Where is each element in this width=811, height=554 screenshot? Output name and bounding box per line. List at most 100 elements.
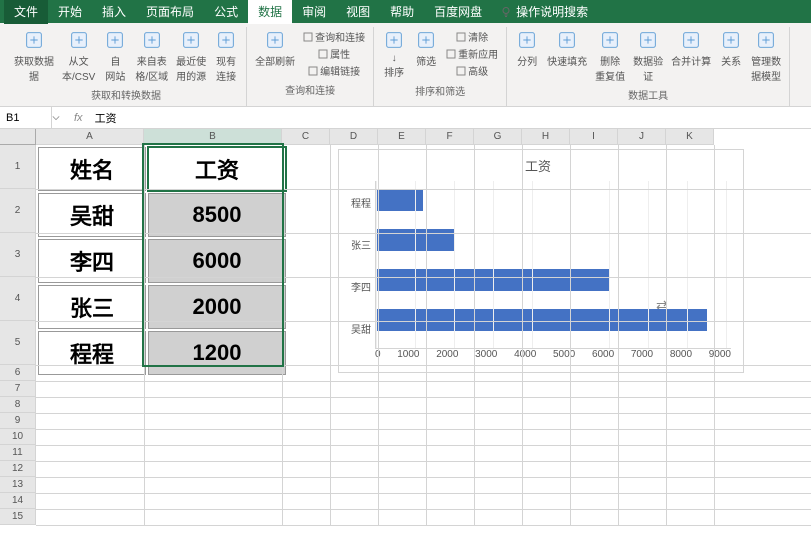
ribbon-btn-3-2[interactable]: 删除重复值: [593, 27, 627, 85]
col-header-H[interactable]: H: [522, 129, 570, 145]
ribbon-small-2-0[interactable]: 清除: [456, 29, 488, 44]
row-header-11[interactable]: 11: [0, 445, 36, 461]
row-header-5[interactable]: 5: [0, 321, 36, 365]
menu-bar: 文件 开始插入页面布局公式数据审阅视图帮助百度网盘 操作说明搜索: [0, 0, 811, 23]
menu-tab-6[interactable]: 视图: [336, 0, 380, 24]
menu-tab-4[interactable]: 数据: [248, 0, 292, 24]
ribbon-btn-0-1[interactable]: 从文本/CSV: [60, 27, 97, 85]
ribbon-small-1-0[interactable]: 查询和连接: [303, 29, 365, 44]
small-icon: [456, 32, 466, 42]
row-header-2[interactable]: 2: [0, 189, 36, 233]
col-header-B[interactable]: B: [144, 129, 282, 145]
ribbon-btn-3-3[interactable]: 数据验证: [631, 27, 665, 85]
row-header-1[interactable]: 1: [0, 145, 36, 189]
chart-gridline: [726, 181, 727, 348]
ribbon-btn-0-2[interactable]: 自网站: [101, 27, 129, 85]
row-header-8[interactable]: 8: [0, 397, 36, 413]
menu-tab-7[interactable]: 帮助: [380, 0, 424, 24]
table-cell-val-2[interactable]: 2000: [148, 285, 286, 329]
col-header-D[interactable]: D: [330, 129, 378, 145]
ribbon-icon: [415, 29, 437, 51]
ribbon-btn-3-0[interactable]: 分列: [513, 27, 541, 70]
ribbon-icon: [383, 29, 405, 51]
col-header-J[interactable]: J: [618, 129, 666, 145]
ribbon-small-1-1[interactable]: 属性: [318, 46, 350, 61]
chart-ylabel: 李四: [345, 279, 371, 294]
col-header-K[interactable]: K: [666, 129, 714, 145]
small-icon: [318, 49, 328, 59]
ribbon-btn-3-1[interactable]: 快速填充: [545, 27, 589, 70]
row-header-12[interactable]: 12: [0, 461, 36, 477]
ribbon-btn-2-1[interactable]: 筛选: [412, 27, 440, 70]
small-icon: [446, 49, 456, 59]
embedded-chart[interactable]: 工资 程程张三李四吴甜 ⇄↘ 0100020003000400050006000…: [338, 149, 744, 373]
chart-title[interactable]: 工资: [345, 156, 731, 175]
small-icon: [308, 66, 318, 76]
col-header-F[interactable]: F: [426, 129, 474, 145]
ribbon-icon: [180, 29, 202, 51]
ribbon-btn-3-5[interactable]: 关系: [717, 27, 745, 70]
row-header-14[interactable]: 14: [0, 493, 36, 509]
col-header-C[interactable]: C: [282, 129, 330, 145]
row-header-6[interactable]: 6: [0, 365, 36, 381]
menu-tab-2[interactable]: 页面布局: [136, 0, 204, 24]
chart-xlabel: 1000: [397, 349, 419, 360]
select-all-corner[interactable]: [0, 129, 36, 145]
ribbon-small-2-1[interactable]: 重新应用: [446, 46, 498, 61]
table-cell-name-1[interactable]: 李四: [38, 239, 146, 283]
table-cell-val-1[interactable]: 6000: [148, 239, 286, 283]
ribbon-btn-3-6[interactable]: 管理数据模型: [749, 27, 783, 85]
ribbon-btn-0-5[interactable]: 现有连接: [212, 27, 240, 85]
table-cell-name-0[interactable]: 吴甜: [38, 193, 146, 237]
ribbon-group-label-3: 数据工具: [628, 85, 668, 106]
ribbon-group-label-0: 获取和转换数据: [91, 85, 161, 106]
ribbon-btn-2-0[interactable]: ↓排序: [380, 27, 408, 81]
chart-plot-area[interactable]: ⇄↘: [375, 181, 731, 349]
col-header-A[interactable]: A: [36, 129, 144, 145]
tell-me-search[interactable]: 操作说明搜索: [500, 3, 588, 20]
row-header-13[interactable]: 13: [0, 477, 36, 493]
row-header-9[interactable]: 9: [0, 413, 36, 429]
ribbon-small-2-2[interactable]: 高级: [456, 63, 488, 78]
table-header-1[interactable]: 工资: [148, 147, 286, 191]
small-icon: [456, 66, 466, 76]
col-header-E[interactable]: E: [378, 129, 426, 145]
menu-tab-5[interactable]: 审阅: [292, 0, 336, 24]
chart-xlabel: 0: [375, 349, 381, 360]
menu-tab-0[interactable]: 开始: [48, 0, 92, 24]
name-box-dropdown-icon[interactable]: [52, 114, 60, 122]
menu-tab-3[interactable]: 公式: [204, 0, 248, 24]
table-cell-val-0[interactable]: 8500: [148, 193, 286, 237]
ribbon-icon: [637, 29, 659, 51]
formula-input[interactable]: 工资: [91, 110, 121, 126]
name-box[interactable]: B1: [0, 107, 52, 128]
chart-bar-3[interactable]: [376, 309, 707, 331]
row-header-10[interactable]: 10: [0, 429, 36, 445]
chart-ylabel: 程程: [345, 195, 371, 210]
table-cell-val-3[interactable]: 1200: [148, 331, 286, 375]
chart-gridline: [687, 181, 688, 348]
table-cell-name-3[interactable]: 程程: [38, 331, 146, 375]
col-header-I[interactable]: I: [570, 129, 618, 145]
table-cell-name-2[interactable]: 张三: [38, 285, 146, 329]
ribbon-icon: [68, 29, 90, 51]
table-header-0[interactable]: 姓名: [38, 147, 146, 191]
ribbon-btn-0-4[interactable]: 最近使用的源: [174, 27, 208, 85]
fx-icon[interactable]: fx: [66, 112, 91, 124]
menu-file[interactable]: 文件: [4, 0, 48, 24]
col-header-G[interactable]: G: [474, 129, 522, 145]
ribbon-btn-0-3[interactable]: 来自表格/区域: [133, 27, 170, 85]
ribbon-small-1-2[interactable]: 编辑链接: [308, 63, 360, 78]
ribbon-btn-1-0[interactable]: 全部刷新: [253, 27, 297, 70]
row-header-15[interactable]: 15: [0, 509, 36, 525]
ribbon-icon: [215, 29, 237, 51]
ribbon-btn-0-0[interactable]: 获取数据据: [12, 27, 56, 85]
ribbon-btn-3-4[interactable]: 合并计算: [669, 27, 713, 70]
row-header-4[interactable]: 4: [0, 277, 36, 321]
menu-tab-1[interactable]: 插入: [92, 0, 136, 24]
chart-xlabel: 9000: [709, 349, 731, 360]
row-header-3[interactable]: 3: [0, 233, 36, 277]
menu-tab-8[interactable]: 百度网盘: [424, 0, 492, 24]
data-table[interactable]: 姓名工资吴甜8500李四6000张三2000程程1200: [36, 145, 288, 377]
row-header-7[interactable]: 7: [0, 381, 36, 397]
